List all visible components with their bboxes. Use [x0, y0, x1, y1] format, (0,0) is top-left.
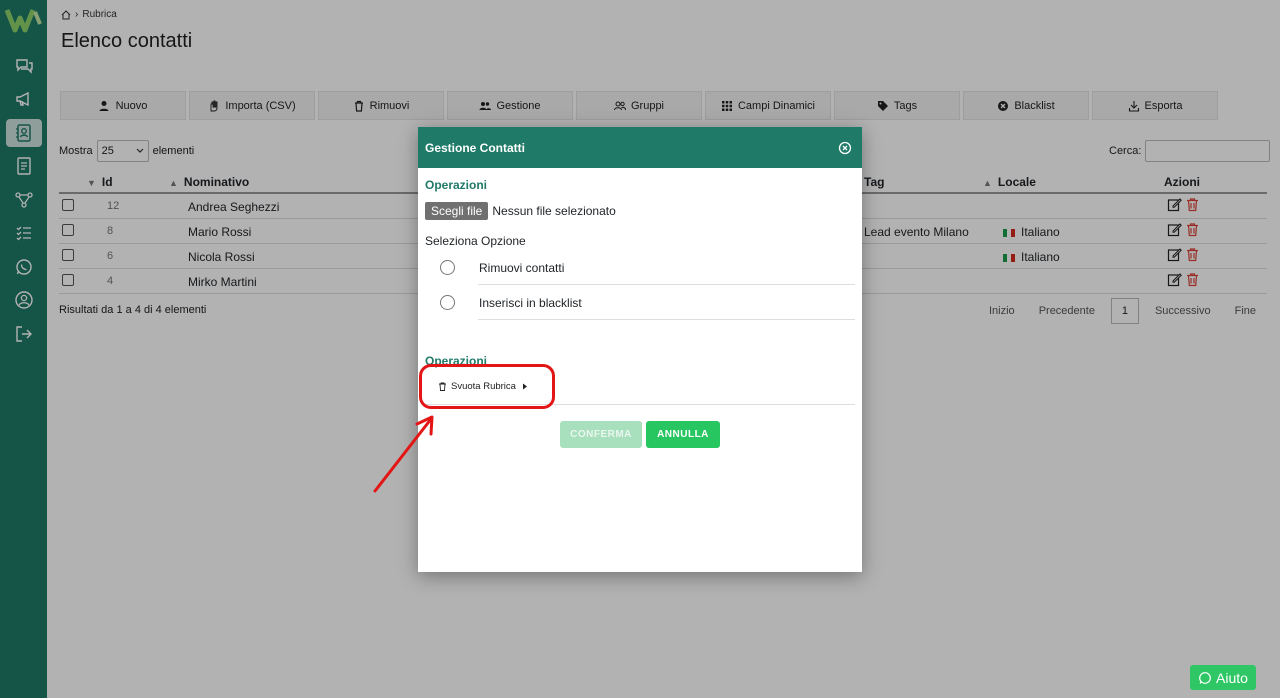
- manage-contacts-modal: Gestione Contatti Operazioni Scegli file…: [418, 127, 862, 572]
- whatsapp-icon: [1199, 671, 1211, 684]
- file-status: Nessun file selezionato: [492, 204, 616, 218]
- file-picker: Scegli file Nessun file selezionato: [425, 202, 616, 220]
- highlight-annotation: [419, 364, 555, 409]
- modal-title: Gestione Contatti: [425, 140, 526, 155]
- operations-heading: Operazioni: [425, 178, 488, 192]
- select-option-label: Seleziona Opzione: [425, 234, 526, 248]
- red-arrow-annotation: [373, 415, 434, 493]
- choose-file-button[interactable]: Scegli file: [425, 202, 489, 220]
- help-button[interactable]: Aiuto: [1190, 665, 1256, 690]
- radio-blacklist[interactable]: [440, 295, 455, 310]
- confirm-button[interactable]: CONFERMA: [560, 421, 642, 448]
- radio-remove-contacts[interactable]: [440, 260, 455, 275]
- option-blacklist[interactable]: Inserisci in blacklist: [425, 287, 855, 320]
- option-remove-contacts[interactable]: Rimuovi contatti: [425, 252, 855, 285]
- cancel-button[interactable]: ANNULLA: [646, 421, 720, 448]
- close-icon[interactable]: [838, 141, 852, 155]
- modal-header: Gestione Contatti: [418, 127, 862, 168]
